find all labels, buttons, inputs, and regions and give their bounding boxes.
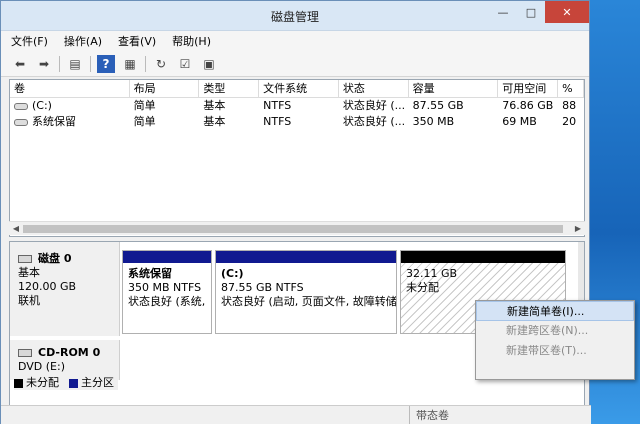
menu-item-new-spanned-volume[interactable]: 新建跨区卷(N)...: [476, 321, 634, 341]
menu-help[interactable]: 帮助(H): [172, 33, 211, 49]
menu-view[interactable]: 查看(V): [118, 33, 156, 49]
cdrom-name: CD-ROM 0: [38, 346, 101, 359]
column-header-free-space[interactable]: 可用空间: [498, 80, 559, 97]
close-button[interactable]: ✕: [545, 1, 589, 23]
partition-status: 状态良好 (系统,: [128, 295, 206, 308]
cell-volume: 系统保留: [32, 115, 76, 128]
column-header-capacity[interactable]: 容量: [409, 80, 499, 97]
table-row[interactable]: (C:) 简单 基本 NTFS 状态良好 (... 87.55 GB 76.86…: [10, 98, 584, 114]
menu-file[interactable]: 文件(F): [11, 33, 48, 49]
cell-layout: 简单: [133, 99, 156, 112]
column-header-type[interactable]: 类型: [199, 80, 260, 97]
volume-list: 卷 布局 类型 文件系统 状态 容量 可用空间 % (C:) 简单 基本 NTF…: [9, 79, 585, 237]
disk-icon: [18, 255, 32, 263]
partition-size: 87.55 GB NTFS: [221, 281, 304, 294]
toolbar-separator: [59, 55, 60, 72]
cell-filesystem: NTFS: [263, 99, 292, 112]
column-header-status[interactable]: 状态: [339, 80, 409, 97]
toolbar: ⬅ ➡ ▤ ? ▦ ↻ ☑ ▣: [1, 51, 589, 77]
cell-volume: (C:): [32, 99, 52, 112]
menu-item-new-simple-volume[interactable]: 新建简单卷(I)...: [476, 301, 634, 321]
drive-icon: [14, 118, 28, 126]
cell-type: 基本: [203, 99, 226, 112]
column-header-percent[interactable]: %: [558, 80, 584, 97]
partition-name: 系统保留: [128, 267, 172, 280]
partition-name: (C:): [221, 267, 244, 280]
status-bar: 带态卷: [1, 405, 591, 424]
legend-item: 未分配: [14, 374, 59, 390]
menu-bar: 文件(F) 操作(A) 查看(V) 帮助(H): [1, 31, 589, 51]
list-view-icon[interactable]: ▤: [66, 55, 84, 73]
drive-icon: [14, 102, 28, 110]
legend-label: 主分区: [81, 376, 114, 389]
context-menu: 新建简单卷(I)... 新建跨区卷(N)... 新建带区卷(T)...: [475, 300, 635, 380]
title-bar: 磁盘管理 — □ ✕: [1, 1, 589, 31]
back-arrow-icon[interactable]: ⬅: [11, 55, 29, 73]
cell-free-space: 69 MB: [502, 115, 537, 128]
cdrom-icon: [18, 349, 32, 357]
cell-status: 状态良好 (...: [342, 115, 406, 128]
column-header-layout[interactable]: 布局: [130, 80, 200, 97]
disk-size: 120.00 GB: [18, 280, 77, 293]
cdrom-type: DVD (E:): [18, 360, 66, 373]
cell-percent: 20: [562, 115, 577, 128]
settings-icon[interactable]: ▣: [200, 55, 218, 73]
status-text: 带态卷: [409, 406, 449, 424]
minimize-button[interactable]: —: [489, 1, 517, 23]
partition-system-reserved[interactable]: 系统保留 350 MB NTFS 状态良好 (系统,: [122, 250, 212, 334]
partition-bar: [216, 251, 396, 263]
disk-status: 联机: [18, 294, 40, 307]
scroll-right-icon[interactable]: ▶: [571, 222, 585, 236]
cell-filesystem: NTFS: [263, 115, 292, 128]
cell-type: 基本: [203, 115, 226, 128]
toolbar-separator: [145, 55, 146, 72]
cell-layout: 简单: [133, 115, 156, 128]
partition-size: 350 MB NTFS: [128, 281, 202, 294]
column-header-filesystem[interactable]: 文件系统: [259, 80, 339, 97]
legend-swatch: [69, 378, 78, 388]
forward-arrow-icon[interactable]: ➡: [35, 55, 53, 73]
cell-status: 状态良好 (...: [342, 99, 406, 112]
cell-capacity: 350 MB: [412, 115, 455, 128]
horizontal-scrollbar[interactable]: ◀ ▶: [9, 221, 585, 235]
partition-c[interactable]: (C:) 87.55 GB NTFS 状态良好 (启动, 页面文件, 故障转储: [215, 250, 397, 334]
export-icon[interactable]: ☑: [176, 55, 194, 73]
scroll-left-icon[interactable]: ◀: [9, 222, 23, 236]
partition-status: 状态良好 (启动, 页面文件, 故障转储: [221, 295, 396, 308]
toolbar-separator: [90, 55, 91, 72]
partition-bar: [401, 251, 565, 263]
column-header-volume[interactable]: 卷: [10, 80, 130, 97]
legend: 未分配 主分区: [14, 374, 118, 390]
volume-list-header: 卷 布局 类型 文件系统 状态 容量 可用空间 %: [10, 80, 584, 98]
legend-item: 主分区: [69, 374, 114, 390]
legend-swatch: [14, 378, 23, 388]
maximize-button[interactable]: □: [517, 1, 545, 23]
disk-type: 基本: [18, 266, 40, 279]
refresh-icon[interactable]: ↻: [152, 55, 170, 73]
partition-status: 未分配: [406, 281, 439, 294]
disk0-info[interactable]: 磁盘 0 基本 120.00 GB 联机: [10, 242, 120, 336]
legend-label: 未分配: [26, 376, 59, 389]
cell-capacity: 87.55 GB: [412, 99, 464, 112]
partition-size: 32.11 GB: [406, 267, 458, 280]
menu-action[interactable]: 操作(A): [64, 33, 102, 49]
scrollbar-thumb[interactable]: [23, 225, 563, 233]
disk-name: 磁盘 0: [38, 252, 72, 265]
cell-free-space: 76.86 GB: [502, 99, 554, 112]
table-row[interactable]: 系统保留 简单 基本 NTFS 状态良好 (... 350 MB 69 MB 2…: [10, 114, 584, 130]
cell-percent: 88: [562, 99, 577, 112]
help-icon[interactable]: ?: [97, 54, 115, 73]
menu-item-new-striped-volume[interactable]: 新建带区卷(T)...: [476, 341, 634, 361]
properties-icon[interactable]: ▦: [121, 55, 139, 73]
partition-bar: [123, 251, 211, 263]
